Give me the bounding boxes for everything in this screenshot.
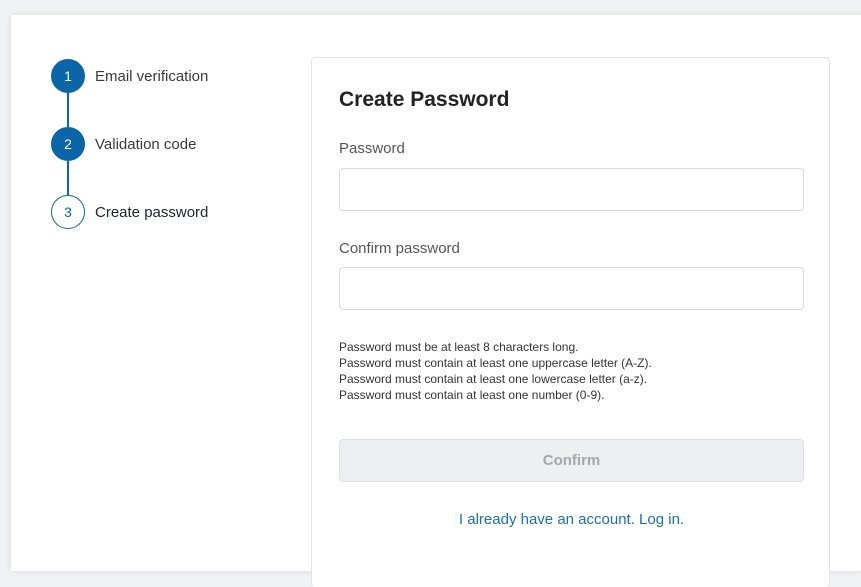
step-number-badge: 1 (51, 59, 85, 93)
step-label: Email verification (95, 67, 209, 85)
password-requirements: Password must be at least 8 characters l… (339, 339, 652, 403)
create-password-card: Create Password Password Confirm passwor… (311, 57, 830, 587)
password-label: Password (339, 140, 405, 157)
requirement-number: Password must contain at least one numbe… (339, 388, 605, 402)
form-title: Create Password (339, 88, 510, 111)
step-create-password: 3 Create password (51, 195, 208, 229)
confirm-password-label: Confirm password (339, 240, 460, 257)
step-label: Create password (95, 203, 209, 221)
step-number-badge: 2 (51, 127, 85, 161)
page-container: 1 Email verification 2 Validation code 3… (11, 15, 861, 587)
step-connector (67, 161, 69, 195)
step-email-verification: 1 Email verification (51, 59, 208, 93)
password-input[interactable] (339, 168, 804, 211)
confirm-password-input[interactable] (339, 267, 804, 310)
step-number-badge: 3 (51, 195, 85, 229)
step-label: Validation code (95, 135, 197, 153)
requirement-min-length: Password must be at least 8 characters l… (339, 340, 579, 354)
step-connector (67, 93, 69, 127)
confirm-button[interactable]: Confirm (339, 439, 804, 482)
requirement-uppercase: Password must contain at least one upper… (339, 356, 652, 370)
step-validation-code: 2 Validation code (51, 127, 196, 161)
login-link[interactable]: I already have an account. Log in. (339, 511, 804, 528)
requirement-lowercase: Password must contain at least one lower… (339, 372, 648, 386)
